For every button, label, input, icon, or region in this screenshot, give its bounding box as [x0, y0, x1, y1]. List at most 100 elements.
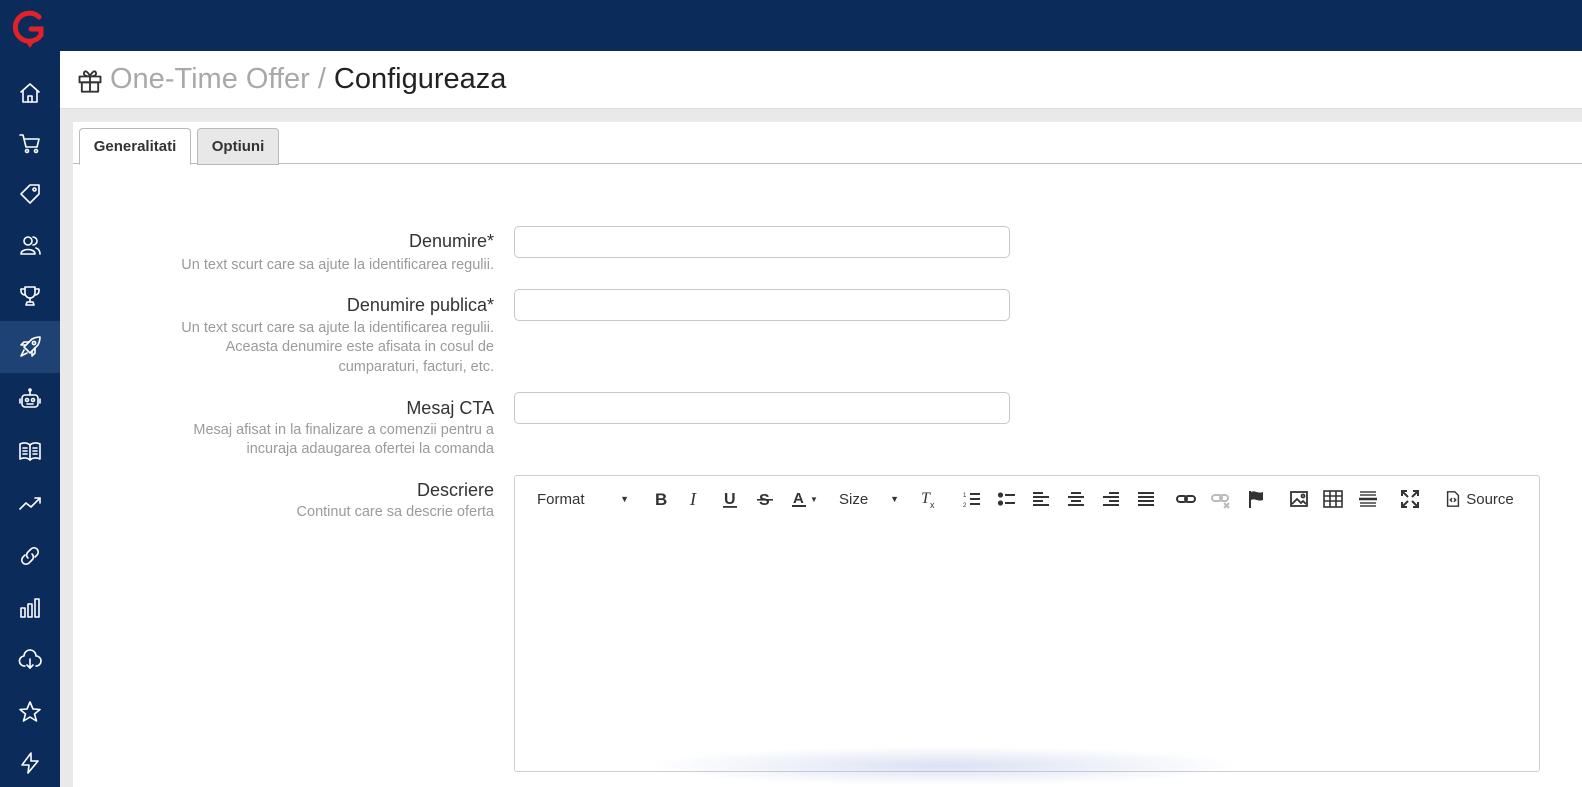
- breadcrumb-parent[interactable]: One-Time Offer: [110, 63, 310, 96]
- sidebar-item-cloud[interactable]: [0, 634, 60, 686]
- rocket-icon: [20, 336, 41, 357]
- sidebar-item-home[interactable]: [0, 67, 60, 119]
- trophy-icon: [20, 286, 40, 306]
- svg-text:2: 2: [963, 503, 967, 509]
- sidebar-item-users[interactable]: [0, 219, 60, 271]
- bullet-list-button[interactable]: [995, 486, 1019, 512]
- trend-icon: [19, 497, 41, 510]
- align-left-button[interactable]: [1029, 486, 1053, 512]
- underline-button[interactable]: U: [718, 486, 742, 512]
- svg-text:1: 1: [963, 493, 967, 499]
- link-button[interactable]: [1174, 486, 1198, 512]
- align-justify-button[interactable]: [1134, 486, 1158, 512]
- image-icon: [1290, 491, 1308, 507]
- editor-shadow: [645, 746, 1245, 786]
- numbered-list-icon: 12: [963, 493, 980, 509]
- chevron-down-icon: ▼: [620, 494, 629, 504]
- public-name-input[interactable]: [514, 289, 1010, 321]
- home-icon: [20, 83, 40, 103]
- italic-button[interactable]: I: [683, 486, 707, 512]
- remove-format-button[interactable]: Tx: [917, 486, 941, 512]
- align-center-icon: [1068, 492, 1084, 506]
- tab-optiuni[interactable]: Optiuni: [197, 128, 279, 165]
- image-button[interactable]: [1287, 486, 1311, 512]
- chart-icon: [20, 598, 40, 618]
- horizontal-line-button[interactable]: [1356, 486, 1380, 512]
- size-dropdown[interactable]: Size ▼: [839, 486, 899, 512]
- book-icon: [19, 442, 41, 461]
- breadcrumb-separator: /: [317, 63, 326, 95]
- link-icon: [1176, 495, 1196, 503]
- numbered-list-button[interactable]: 12: [960, 486, 984, 512]
- cta-input[interactable]: [514, 392, 1010, 424]
- svg-text:B: B: [655, 490, 667, 509]
- bold-button[interactable]: B: [649, 486, 673, 512]
- svg-text:U: U: [724, 491, 736, 508]
- size-label: Size: [839, 490, 869, 508]
- bullet-list-icon: [997, 492, 1015, 506]
- sidebar-item-automation[interactable]: [0, 737, 60, 787]
- horizontal-line-icon: [1359, 491, 1377, 507]
- anchor-button[interactable]: [1244, 486, 1268, 512]
- maximize-icon: [1401, 490, 1419, 508]
- cloud-download-icon: [18, 649, 42, 669]
- public-name-label: Denumire publica*: [346, 295, 494, 315]
- public-name-help-2: Aceasta denumire este afisata in cosul d…: [225, 339, 494, 355]
- sidebar-item-link[interactable]: [0, 530, 60, 582]
- logo[interactable]: [11, 9, 49, 49]
- rich-text-editor: Format ▼ B I U S A ▼ Size ▼: [514, 475, 1540, 786]
- star-icon: [19, 701, 41, 722]
- page-header: One-Time Offer / Configureaza: [60, 51, 1582, 109]
- svg-text:x: x: [930, 500, 935, 509]
- sidebar-item-book[interactable]: [0, 425, 60, 477]
- sidebar-item-tags[interactable]: [0, 168, 60, 220]
- align-right-icon: [1103, 492, 1119, 506]
- name-input[interactable]: [514, 226, 1010, 258]
- link-icon: [20, 546, 40, 566]
- table-button[interactable]: [1321, 486, 1345, 512]
- sidebar-item-rocket[interactable]: [0, 321, 60, 373]
- public-name-help-1: Un text scurt care sa ajute la identific…: [181, 320, 494, 336]
- top-bar: [60, 0, 1582, 51]
- cta-help-2: incuraja adaugarea ofertei la comanda: [246, 441, 494, 457]
- unlink-button[interactable]: [1209, 486, 1233, 512]
- public-name-help-3: cumparaturi, facturi, etc.: [338, 359, 494, 375]
- svg-text:A: A: [793, 490, 804, 507]
- sidebar-item-trend[interactable]: [0, 478, 60, 530]
- page-title: Configureaza: [333, 63, 507, 95]
- editor-toolbar: Format ▼ B I U S A ▼ Size ▼: [515, 476, 1539, 522]
- align-center-button[interactable]: [1064, 486, 1088, 512]
- robot-icon: [19, 388, 41, 408]
- format-dropdown[interactable]: Format ▼: [529, 486, 629, 512]
- gift-icon: [78, 69, 102, 93]
- strikethrough-icon: S: [757, 492, 773, 509]
- strikethrough-button[interactable]: S: [753, 486, 777, 512]
- italic-icon: I: [689, 489, 697, 509]
- editor-content-area[interactable]: [515, 522, 1539, 771]
- flag-icon: [1249, 491, 1263, 508]
- align-right-button[interactable]: [1099, 486, 1123, 512]
- maximize-button[interactable]: [1398, 486, 1422, 512]
- chevron-down-icon: ▼: [810, 494, 818, 504]
- tab-generalitati[interactable]: Generalitati: [79, 128, 191, 165]
- source-label: Source: [1466, 490, 1514, 508]
- tag-icon: [20, 184, 40, 204]
- sidebar-item-reports[interactable]: [0, 582, 60, 634]
- sidebar-item-cart[interactable]: [0, 117, 60, 169]
- remove-format-icon: Tx: [921, 490, 935, 509]
- source-icon: [1447, 491, 1460, 507]
- sidebar-item-robot[interactable]: [0, 373, 60, 425]
- underline-icon: U: [723, 491, 737, 508]
- source-button[interactable]: Source: [1440, 486, 1518, 512]
- unlink-icon: [1211, 494, 1230, 509]
- align-justify-icon: [1138, 492, 1154, 506]
- cta-label: Mesaj CTA: [406, 398, 494, 418]
- sidebar-item-trophy[interactable]: [0, 270, 60, 322]
- sidebar-item-favorites[interactable]: [0, 686, 60, 738]
- format-label: Format: [537, 490, 585, 508]
- main-panel: Generalitati Optiuni Denumire* Un text s…: [73, 122, 1582, 787]
- cta-help-1: Mesaj afisat in la finalizare a comenzii…: [193, 422, 494, 438]
- text-color-button[interactable]: A ▼: [788, 486, 820, 512]
- bold-icon: B: [655, 490, 667, 509]
- table-icon: [1323, 490, 1343, 508]
